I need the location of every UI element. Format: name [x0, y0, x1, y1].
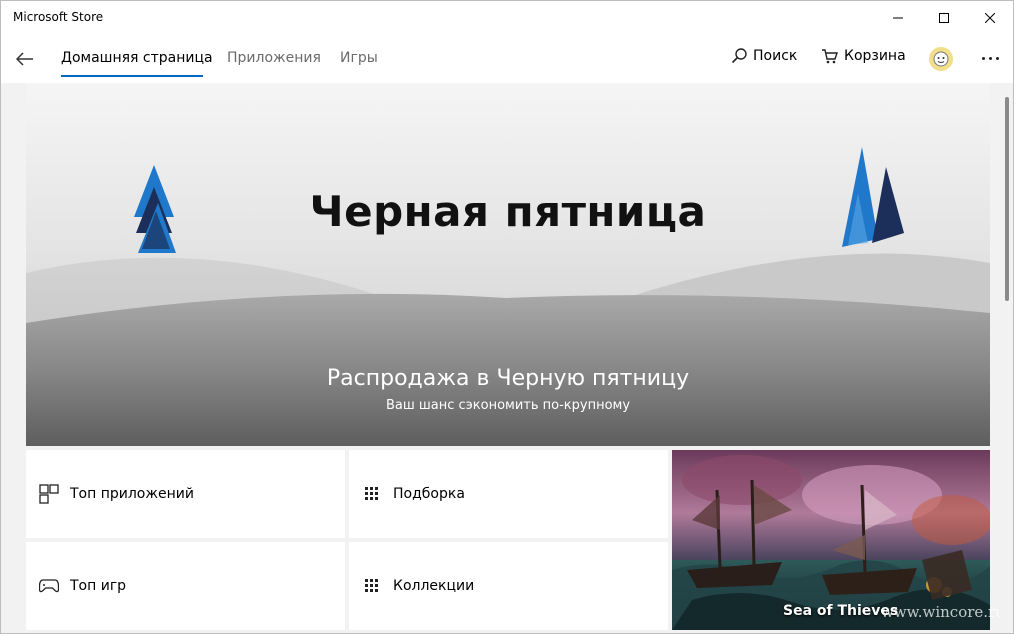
more-options-button[interactable]	[977, 45, 1003, 71]
tile-label: Коллекции	[393, 578, 475, 594]
tab-home[interactable]: Домашняя страница	[61, 50, 213, 66]
active-tab-indicator	[61, 75, 203, 77]
maximize-button[interactable]	[921, 1, 967, 35]
more-dot	[988, 56, 992, 60]
nav-bar: Домашняя страница Приложения Игры Поиск …	[1, 35, 1013, 83]
hero-background	[26, 83, 990, 446]
gamepad-icon	[38, 575, 60, 597]
more-dot	[995, 56, 999, 60]
apps-grid-icon	[38, 483, 60, 505]
tile-label: Топ игр	[70, 578, 127, 594]
title-bar: Microsoft Store	[1, 1, 1013, 35]
avatar-icon	[929, 47, 953, 71]
tile-label: Подборка	[393, 486, 465, 502]
tile-picks[interactable]: Подборка	[349, 450, 668, 538]
tile-label: Топ приложений	[70, 486, 194, 502]
tab-games[interactable]: Игры	[340, 50, 378, 66]
store-window: Microsoft Store Домашняя страница Прилож…	[0, 0, 1014, 634]
search-label: Поиск	[753, 48, 798, 64]
main-content: Черная пятница Распродажа в Черную пятни…	[1, 83, 1013, 633]
vertical-scrollbar[interactable]	[1001, 83, 1013, 633]
scroll-thumb[interactable]	[1005, 97, 1009, 301]
cart-label: Корзина	[844, 48, 906, 64]
close-icon	[985, 13, 995, 23]
search-icon	[731, 48, 747, 64]
more-dots-icon	[981, 56, 985, 60]
minimize-icon	[893, 17, 903, 19]
tile-collections[interactable]: Коллекции	[349, 542, 668, 630]
tab-apps[interactable]: Приложения	[227, 50, 321, 66]
dots-grid-icon	[361, 575, 383, 597]
hero-banner[interactable]: Черная пятница Распродажа в Черную пятни…	[26, 83, 990, 446]
hero-subtitle: Распродажа в Черную пятницу	[326, 366, 690, 391]
dots-grid-icon	[361, 483, 383, 505]
close-button[interactable]	[967, 1, 1013, 35]
tile-top-apps[interactable]: Топ приложений	[26, 450, 345, 538]
user-avatar[interactable]	[929, 47, 953, 71]
app-title: Microsoft Store	[13, 10, 104, 24]
watermark: www.wincore.ru	[881, 603, 1005, 621]
back-button[interactable]	[11, 45, 39, 73]
maximize-icon	[939, 13, 949, 23]
cart-button[interactable]: Корзина	[821, 48, 906, 64]
minimize-button[interactable]	[875, 1, 921, 35]
hero-description: Ваш шанс сэкономить по-крупному	[385, 398, 631, 413]
back-arrow-icon	[16, 52, 33, 66]
hero-title: Черная пятница	[309, 187, 707, 236]
search-button[interactable]: Поиск	[731, 48, 797, 64]
tile-top-games[interactable]: Топ игр	[26, 542, 345, 630]
cart-icon	[822, 49, 838, 64]
